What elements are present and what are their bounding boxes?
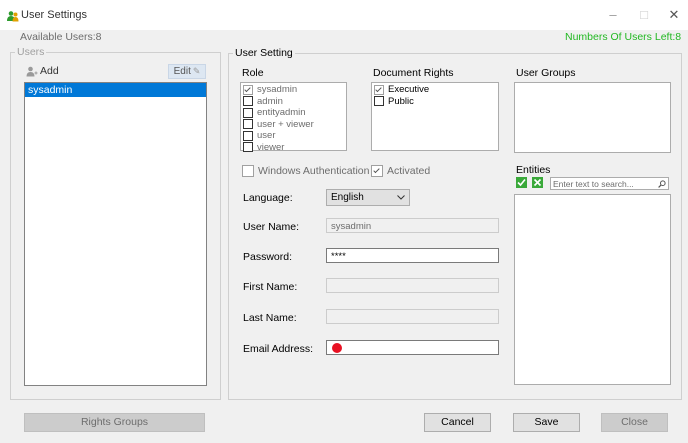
doc-right-executive[interactable]: Executive [374, 84, 498, 96]
entities-header: Entities [516, 164, 551, 176]
rights-groups-button[interactable]: Rights Groups [24, 413, 205, 432]
role-item-viewer[interactable]: viewer [243, 142, 346, 154]
users-left-text: Numbers Of Users Left:8 [565, 31, 682, 43]
available-users-text: Available Users:8 [20, 31, 102, 43]
user-setting-legend: User Setting [233, 47, 295, 59]
language-select[interactable]: English [326, 189, 410, 206]
check-icon [517, 178, 526, 187]
role-label: user [257, 130, 276, 141]
cancel-button[interactable]: Cancel [424, 413, 491, 432]
users-list[interactable]: sysadmin [24, 82, 207, 386]
lastname-label: Last Name: [243, 312, 297, 324]
username-label: User Name: [243, 221, 300, 233]
minimize-button[interactable]: – [602, 6, 624, 24]
checkbox-icon [243, 107, 253, 118]
error-icon [332, 343, 342, 353]
close-window-button[interactable]: ✕ [663, 6, 685, 24]
email-field[interactable] [326, 340, 499, 355]
password-field[interactable]: **** [326, 248, 499, 263]
role-item-admin[interactable]: admin [243, 96, 346, 108]
username-field: sysadmin [326, 218, 499, 233]
doc-right-public[interactable]: Public [374, 96, 498, 108]
title-bar: User Settings – □ ✕ [0, 0, 688, 30]
select-all-button[interactable] [516, 177, 527, 188]
document-rights-header: Document Rights [373, 67, 454, 79]
windows-auth-label: Windows Authentication [258, 165, 370, 177]
checkbox-icon [243, 84, 253, 95]
email-label: Email Address: [243, 343, 314, 355]
checkbox-icon [243, 96, 253, 107]
x-icon [533, 178, 542, 187]
checkbox-icon [374, 84, 384, 95]
firstname-label: First Name: [243, 281, 298, 293]
edit-user-button[interactable]: Edit ✎ [168, 64, 206, 79]
chevron-down-icon [397, 195, 405, 200]
deselect-all-button[interactable] [532, 177, 543, 188]
activated-checkbox[interactable]: Activated [371, 165, 430, 177]
document-rights-list: Executive Public [371, 82, 499, 151]
entities-list[interactable] [514, 194, 671, 385]
doc-right-label: Executive [388, 84, 430, 95]
users-icon [7, 11, 19, 22]
language-label: Language: [243, 192, 293, 204]
user-groups-header: User Groups [516, 67, 576, 79]
role-item-sysadmin[interactable]: sysadmin [243, 84, 346, 96]
role-label: entityadmin [257, 107, 306, 118]
close-button[interactable]: Close [601, 413, 668, 432]
role-item-user[interactable]: user [243, 130, 346, 142]
role-label: user + viewer [257, 118, 314, 130]
save-button[interactable]: Save [513, 413, 580, 432]
role-header: Role [242, 67, 264, 79]
checkbox-icon [243, 130, 253, 141]
role-item-entityadmin[interactable]: entityadmin [243, 107, 346, 119]
pencil-icon: ✎ [192, 66, 201, 76]
checkbox-icon [371, 165, 383, 177]
activated-label: Activated [387, 165, 431, 177]
checkbox-icon [374, 96, 384, 107]
users-legend: Users [15, 46, 47, 58]
add-user-label: Add [40, 65, 59, 77]
firstname-field [326, 278, 499, 293]
role-label: viewer [257, 141, 285, 153]
checkbox-icon [242, 165, 254, 177]
edit-label: Edit [173, 66, 191, 77]
user-groups-list[interactable] [514, 82, 671, 153]
checkbox-icon [243, 119, 253, 130]
language-value: English [331, 192, 364, 203]
user-list-item[interactable]: sysadmin [25, 83, 206, 97]
search-icon [658, 179, 666, 188]
add-user-button[interactable]: Add [26, 65, 59, 77]
role-list: sysadmin admin entityadmin user + viewer… [240, 82, 347, 154]
role-label: sysadmin [257, 84, 298, 95]
search-placeholder: Enter text to search... [553, 178, 634, 189]
windows-auth-checkbox[interactable]: Windows Authentication [242, 165, 369, 177]
password-label: Password: [243, 251, 293, 263]
lastname-field [326, 309, 499, 324]
role-item-user-viewer[interactable]: user + viewer [243, 119, 346, 131]
entities-search-input[interactable]: Enter text to search... [550, 177, 669, 190]
role-label: admin [257, 95, 283, 107]
maximize-button: □ [640, 7, 648, 22]
checkbox-icon [243, 142, 253, 153]
add-user-icon [26, 66, 38, 76]
window-title: User Settings [21, 9, 88, 21]
doc-right-label: Public [388, 95, 414, 107]
